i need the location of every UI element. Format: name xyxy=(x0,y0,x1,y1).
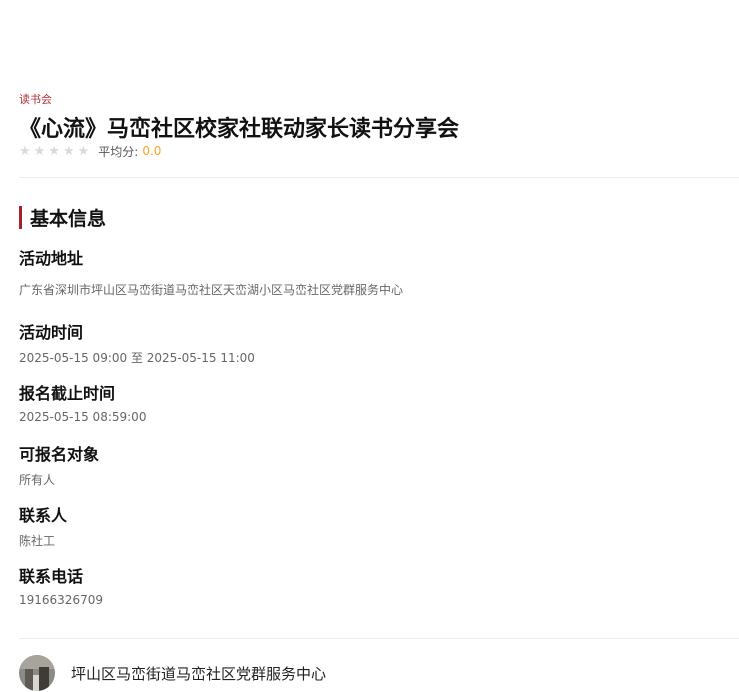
organizer[interactable]: 坪山区马峦街道马峦社区党群服务中心 xyxy=(19,655,326,691)
phone-value[interactable]: 19166326709 xyxy=(19,593,103,607)
rating: ★ ★ ★ ★ ★ 平均分: 0.0 xyxy=(19,143,161,159)
star-icon[interactable]: ★ xyxy=(34,145,46,158)
contact-label: 联系人 xyxy=(19,506,68,525)
star-icon[interactable]: ★ xyxy=(63,145,75,158)
divider xyxy=(19,177,739,178)
organizer-name[interactable]: 坪山区马峦街道马峦社区党群服务中心 xyxy=(71,663,326,684)
average-score-value: 0.0 xyxy=(142,144,162,158)
deadline-value: 2025-05-15 08:59:00 xyxy=(19,410,147,424)
time-label: 活动时间 xyxy=(19,323,84,342)
star-icon[interactable]: ★ xyxy=(48,145,60,158)
category-tag[interactable]: 读书会 xyxy=(19,91,52,107)
page-title: 《心流》马峦社区校家社联动家长读书分享会 xyxy=(19,117,460,142)
section-accent-bar xyxy=(19,205,22,229)
phone-label: 联系电话 xyxy=(19,567,84,586)
divider xyxy=(19,638,739,639)
time-value: 2025-05-15 09:00 至 2025-05-15 11:00 xyxy=(19,351,255,365)
audience-label: 可报名对象 xyxy=(19,445,100,464)
star-icon[interactable]: ★ xyxy=(78,145,90,158)
address-value: 广东省深圳市坪山区马峦街道马峦社区天峦湖小区马峦社区党群服务中心 xyxy=(19,283,404,297)
star-icon[interactable]: ★ xyxy=(19,145,31,158)
deadline-label: 报名截止时间 xyxy=(19,384,116,403)
average-score-label: 平均分: xyxy=(98,144,139,159)
address-label: 活动地址 xyxy=(19,249,84,268)
organizer-avatar[interactable] xyxy=(19,655,55,691)
rating-stars[interactable]: ★ ★ ★ ★ ★ xyxy=(19,145,89,158)
section-title: 基本信息 xyxy=(30,207,107,230)
section-header: 基本信息 xyxy=(19,205,107,230)
audience-value: 所有人 xyxy=(19,473,56,487)
contact-value: 陈社工 xyxy=(19,534,56,548)
